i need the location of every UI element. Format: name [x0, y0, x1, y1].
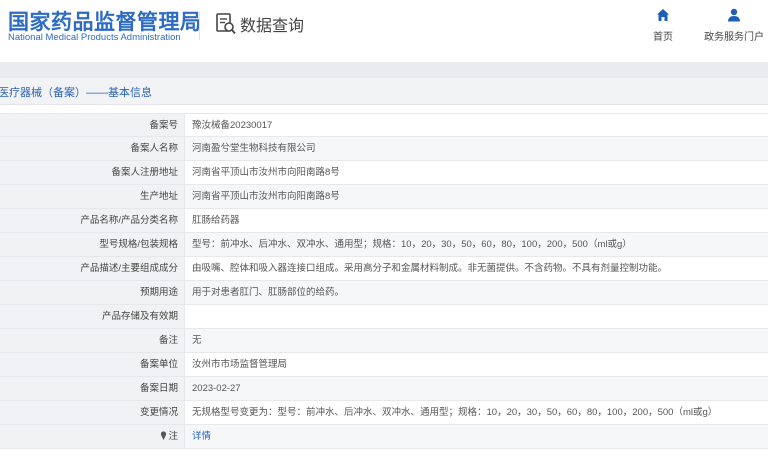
- row-label: 产品存储及有效期: [0, 305, 185, 328]
- row-label: 生产地址: [0, 185, 185, 208]
- section-header: 医疗器械（备案）——基本信息: [0, 78, 768, 105]
- logo-title-en[interactable]: National Medical Products Administration: [8, 32, 181, 43]
- row-value: 豫汝械备20230017: [192, 120, 273, 131]
- table-row: 产品描述/主要组成成分 由吸嘴、腔体和吸入器连接口组成。采用高分子和金属材料制成…: [0, 257, 768, 281]
- header-divider: [199, 12, 200, 40]
- row-value: 由吸嘴、腔体和吸入器连接口组成。采用高分子和金属材料制成。非无菌提供。不含药物。…: [192, 263, 668, 274]
- table-row: 注 详情: [0, 425, 768, 449]
- row-value: 用于对患者肛门、肛肠部位的给药。: [192, 287, 345, 298]
- row-label: 产品描述/主要组成成分: [0, 257, 185, 280]
- home-icon: [657, 9, 669, 21]
- row-label: 型号规格/包装规格: [0, 233, 185, 256]
- data-query-icon: [216, 13, 236, 35]
- row-label: 备注: [0, 329, 185, 352]
- row-value: 汝州市市场监督管理局: [192, 359, 288, 370]
- data-query-title: 数据查询: [215, 10, 304, 38]
- nav-government-services-label: 政务服务门户: [704, 32, 764, 43]
- row-value: 河南省平顶山市汝州市向阳南路8号: [192, 191, 340, 202]
- row-value: [185, 305, 768, 328]
- row-value: 无: [192, 335, 202, 346]
- row-label: 备案日期: [0, 377, 185, 400]
- table-row: 产品名称/产品分类名称 肛肠给药器: [0, 209, 768, 233]
- row-label: 备案号: [0, 114, 185, 136]
- row-label-note: 注: [0, 425, 185, 448]
- table-row: 备案单位 汝州市市场监督管理局: [0, 353, 768, 377]
- details-link[interactable]: 详情: [185, 425, 768, 448]
- data-query-label: 数据查询: [240, 16, 305, 35]
- row-label-text: 注: [168, 431, 178, 442]
- nav-home-label: 首页: [653, 32, 673, 43]
- info-table: 备案号 豫汝械备20230017 备案人名称 河南盈兮堂生物科技有限公司 备案人…: [0, 113, 768, 449]
- row-label: 产品名称/产品分类名称: [0, 209, 185, 232]
- section-title: 医疗器械（备案）——基本信息: [0, 87, 152, 99]
- row-value: 2023-02-27: [192, 383, 241, 394]
- row-label: 变更情况: [0, 401, 185, 424]
- row-label: 备案人名称: [0, 137, 185, 160]
- row-value: 河南盈兮堂生物科技有限公司: [192, 143, 316, 154]
- pin-icon: [161, 431, 167, 440]
- table-row: 型号规格/包装规格 型号：前冲水、后冲水、双冲水、通用型；规格：10，20，30…: [0, 233, 768, 257]
- row-label: 备案人注册地址: [0, 161, 185, 184]
- table-row: 预期用途 用于对患者肛门、肛肠部位的给药。: [0, 281, 768, 305]
- table-row: 变更情况 无规格型号变更为：型号：前冲水、后冲水、双冲水、通用型；规格：10，2…: [0, 401, 768, 425]
- row-label: 备案单位: [0, 353, 185, 376]
- row-value: 无规格型号变更为：型号：前冲水、后冲水、双冲水、通用型；规格：10，20，30，…: [192, 407, 718, 418]
- row-value: 河南省平顶山市汝州市向阳南路8号: [192, 167, 340, 178]
- table-row: 备案人注册地址 河南省平顶山市汝州市向阳南路8号: [0, 161, 768, 185]
- table-row: 备案号 豫汝械备20230017: [0, 113, 768, 137]
- table-row: 产品存储及有效期: [0, 305, 768, 329]
- nav-government-services[interactable]: 政务服务门户: [703, 8, 765, 43]
- row-value: 型号：前冲水、后冲水、双冲水、通用型；规格：10，20，30，50，60，80，…: [192, 239, 632, 250]
- site-header: 国家药品监督管理局 National Medical Products Admi…: [0, 0, 768, 62]
- table-row: 备案人名称 河南盈兮堂生物科技有限公司: [0, 137, 768, 161]
- row-value: 肛肠给药器: [192, 215, 240, 226]
- header-band: [0, 62, 768, 78]
- row-label: 预期用途: [0, 281, 185, 304]
- user-icon: [728, 8, 740, 22]
- table-row: 生产地址 河南省平顶山市汝州市向阳南路8号: [0, 185, 768, 209]
- nav-home[interactable]: 首页: [648, 8, 678, 43]
- table-row: 备案日期 2023-02-27: [0, 377, 768, 401]
- table-row: 备注 无: [0, 329, 768, 353]
